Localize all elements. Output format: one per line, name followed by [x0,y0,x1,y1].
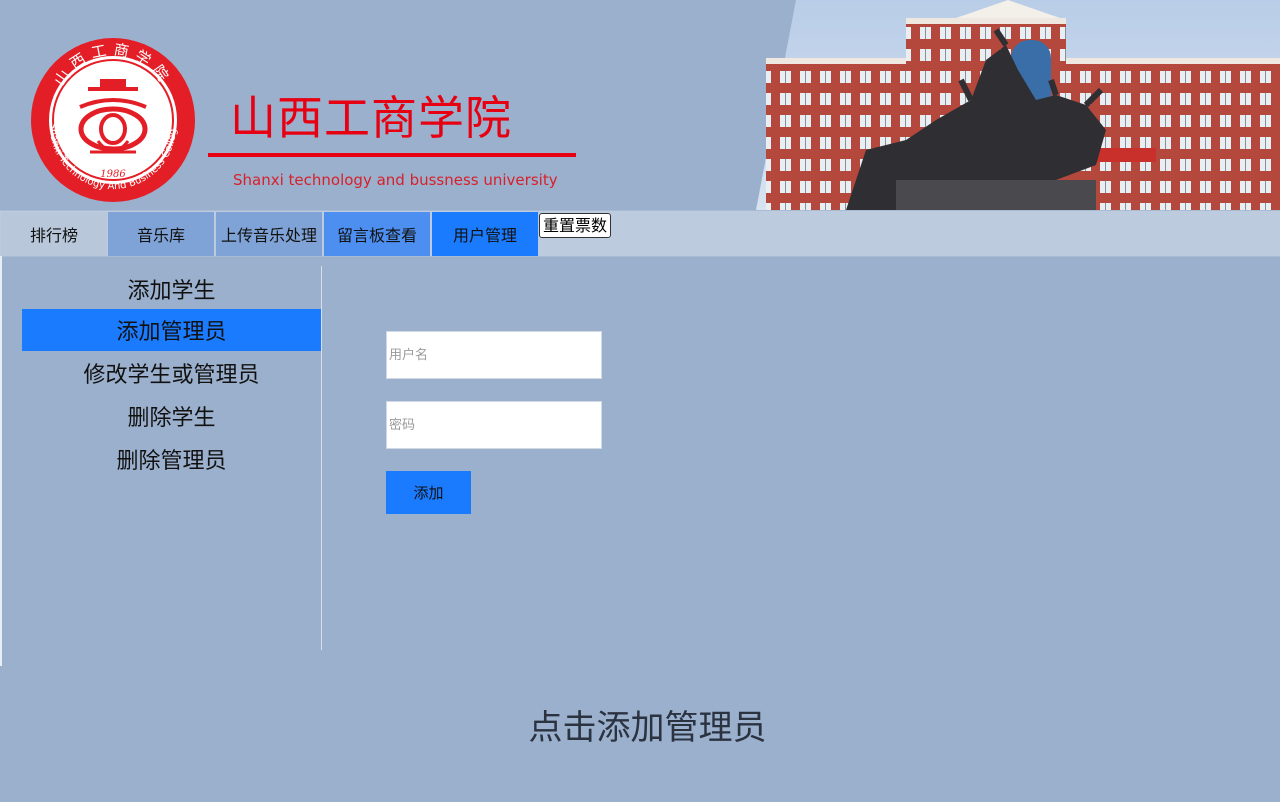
college-seal-logo: 山西工商学院 Shanxi Technology And Business Co… [30,37,195,202]
sidebar-item-add-student[interactable]: 添加学生 [22,268,321,310]
nav-item-ranking[interactable]: 排行榜 [1,212,107,256]
action-hint: 点击添加管理员 [528,708,767,748]
college-subtitle: Shanxi technology and bussness universit… [233,171,558,189]
add-admin-button[interactable]: 添加 [386,471,471,514]
page-header: 山西工商学院 Shanxi Technology And Business Co… [0,0,1280,210]
college-title: 山西工商学院 [230,91,512,145]
sidebar: 添加学生 添加管理员 修改学生或管理员 删除学生 删除管理员 [1,266,322,650]
reset-votes-button[interactable]: 重置票数 [539,213,612,238]
password-input[interactable] [386,401,602,449]
campus-photo [756,0,1280,210]
sidebar-item-delete-admin[interactable]: 删除管理员 [22,438,321,480]
nav-item-upload-music[interactable]: 上传音乐处理 [216,212,322,256]
nav-item-music-library[interactable]: 音乐库 [108,212,214,256]
seal-year: 1986 [100,169,126,180]
main-nav: 排行榜 音乐库 上传音乐处理 留言板查看 用户管理 重置票数 [0,210,1280,257]
nav-item-message-board[interactable]: 留言板查看 [324,212,430,256]
nav-item-user-management[interactable]: 用户管理 [432,212,538,256]
sidebar-item-add-admin[interactable]: 添加管理员 [22,309,321,351]
sidebar-item-delete-student[interactable]: 删除学生 [22,395,321,437]
title-underline [208,153,576,157]
sidebar-item-edit-user[interactable]: 修改学生或管理员 [22,352,321,394]
username-input[interactable] [386,331,602,379]
